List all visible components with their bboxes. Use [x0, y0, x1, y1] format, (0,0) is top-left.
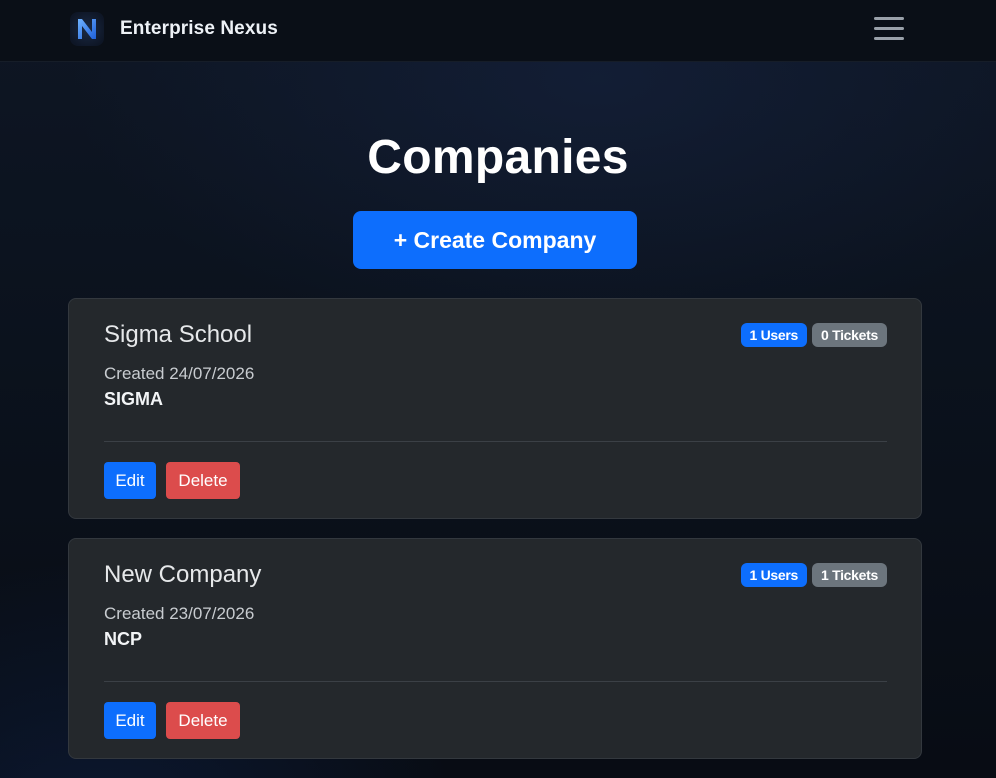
brand[interactable]: Enterprise Nexus — [70, 12, 278, 46]
nexus-logo-icon — [70, 12, 104, 46]
edit-company-button[interactable]: Edit — [104, 702, 156, 739]
company-created-date: Created 23/07/2026 — [104, 604, 255, 623]
create-company-button[interactable]: + Create Company — [353, 211, 637, 269]
company-card: Sigma School 1 Users 0 Tickets Created 2… — [68, 298, 922, 519]
tickets-count-badge: 1 Tickets — [812, 563, 887, 587]
company-code: SIGMA — [104, 389, 164, 409]
company-name: New Company — [104, 561, 262, 588]
page-title: Companies — [367, 131, 629, 184]
company-badges: 1 Users 0 Tickets — [740, 323, 887, 347]
delete-company-button[interactable]: Delete — [166, 462, 240, 499]
company-card: New Company 1 Users 1 Tickets Created 23… — [68, 538, 922, 759]
company-created-date: Created 24/07/2026 — [104, 364, 255, 383]
users-count-badge: 1 Users — [740, 323, 808, 347]
company-badges: 1 Users 1 Tickets — [740, 563, 887, 587]
users-count-badge: 1 Users — [740, 563, 808, 587]
company-name: Sigma School — [104, 321, 253, 348]
top-navbar: Enterprise Nexus — [0, 0, 996, 62]
company-code: NCP — [104, 629, 143, 649]
card-divider — [104, 441, 887, 442]
tickets-count-badge: 0 Tickets — [812, 323, 887, 347]
delete-company-button[interactable]: Delete — [166, 702, 240, 739]
hamburger-icon[interactable] — [870, 14, 908, 44]
edit-company-button[interactable]: Edit — [104, 462, 156, 499]
card-divider — [104, 681, 887, 682]
brand-name: Enterprise Nexus — [120, 18, 278, 39]
